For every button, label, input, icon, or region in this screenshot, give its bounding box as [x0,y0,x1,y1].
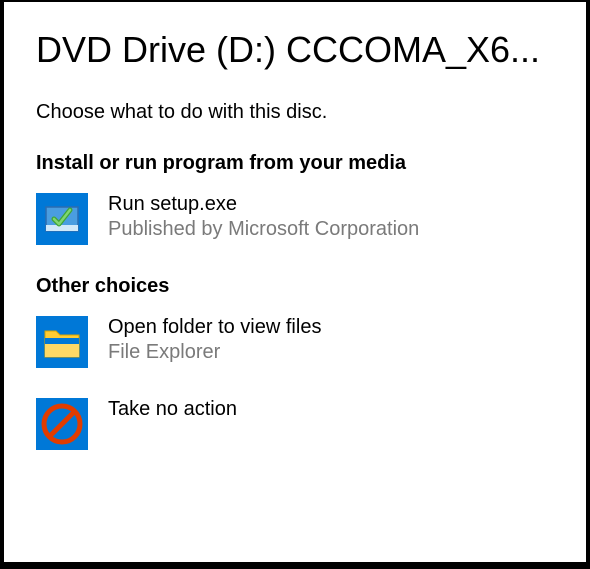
option-run-setup[interactable]: Run setup.exe Published by Microsoft Cor… [36,193,554,245]
section-header-other: Other choices [36,275,554,298]
option-no-action[interactable]: Take no action [36,398,554,450]
autoplay-dialog: DVD Drive (D:) CCCOMA_X6... Choose what … [4,2,586,562]
setup-icon [36,193,88,245]
folder-icon [36,316,88,368]
option-text: Run setup.exe Published by Microsoft Cor… [108,193,419,241]
option-open-folder[interactable]: Open folder to view files File Explorer [36,316,554,368]
option-title: Take no action [108,398,237,421]
section-header-install: Install or run program from your media [36,152,554,175]
dialog-subtitle: Choose what to do with this disc. [36,101,554,124]
dialog-title: DVD Drive (D:) CCCOMA_X6... [36,28,554,71]
no-action-icon [36,398,88,450]
option-text: Open folder to view files File Explorer [108,316,321,364]
option-text: Take no action [108,398,237,421]
option-subtitle: File Explorer [108,341,321,364]
option-title: Open folder to view files [108,316,321,339]
option-subtitle: Published by Microsoft Corporation [108,218,419,241]
option-title: Run setup.exe [108,193,419,216]
